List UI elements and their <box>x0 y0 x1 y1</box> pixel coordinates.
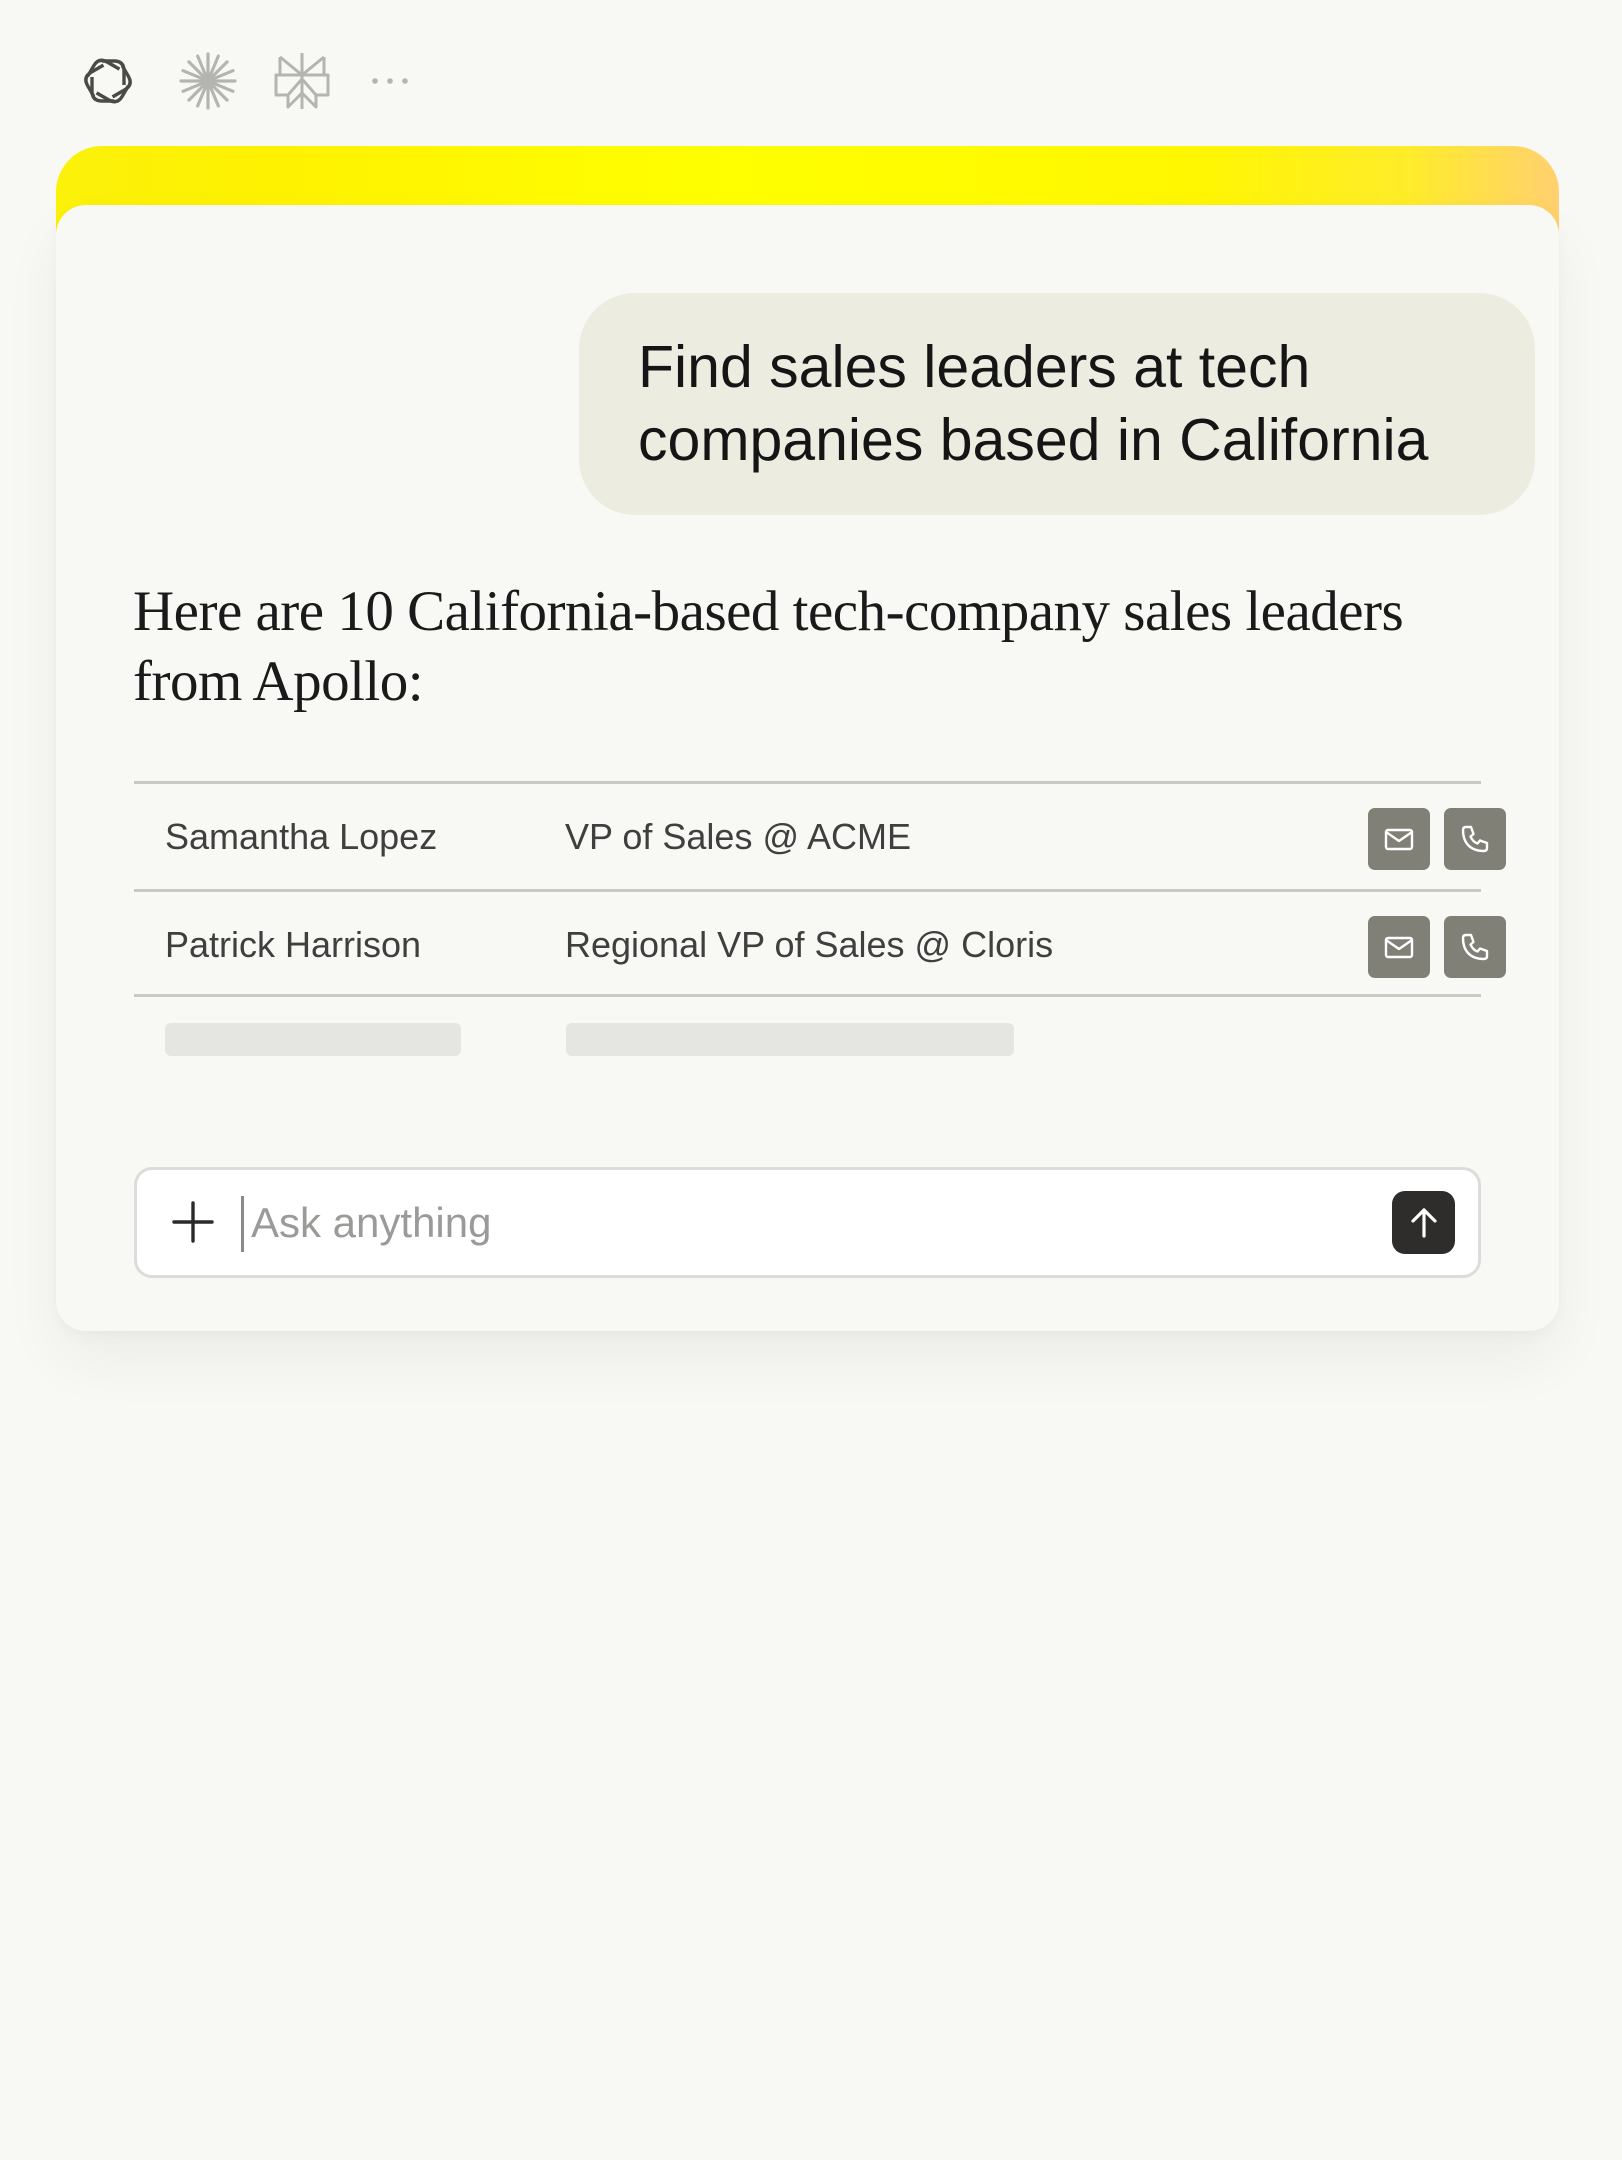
mail-icon <box>1384 828 1414 851</box>
send-button[interactable] <box>1392 1191 1455 1254</box>
ask-input[interactable] <box>251 1188 1251 1258</box>
contact-name: Patrick Harrison <box>165 924 422 965</box>
contact-title: Regional VP of Sales @ Cloris <box>565 924 1054 965</box>
phone-icon <box>1461 825 1489 853</box>
plus-icon <box>172 1201 214 1243</box>
assistant-message-text: Here are 10 California-based tech-compan… <box>133 580 1404 713</box>
loading-placeholder-name <box>165 1023 461 1056</box>
more-dots-icon[interactable] <box>358 48 422 114</box>
email-button[interactable] <box>1368 808 1430 870</box>
user-message-bubble: Find sales leaders at tech companies bas… <box>579 293 1535 515</box>
user-message-text: Find sales leaders at tech companies bas… <box>638 334 1429 473</box>
call-button[interactable] <box>1444 808 1506 870</box>
message-composer <box>134 1167 1481 1278</box>
arrow-up-icon <box>1410 1207 1437 1238</box>
table-row: Samantha Lopez VP of Sales @ ACME <box>134 781 1506 889</box>
loading-placeholder-title <box>566 1023 1014 1056</box>
mail-icon <box>1384 936 1414 959</box>
call-button[interactable] <box>1444 916 1506 978</box>
table-row: Patrick Harrison Regional VP of Sales @ … <box>134 889 1506 997</box>
openai-icon[interactable] <box>76 48 140 114</box>
loading-row <box>134 997 1481 1077</box>
email-button[interactable] <box>1368 916 1430 978</box>
phone-icon <box>1461 933 1489 961</box>
results-table: Samantha Lopez VP of Sales @ ACME Patric… <box>134 781 1506 1077</box>
sparkle-asterisk-icon[interactable] <box>176 48 240 114</box>
contact-title: VP of Sales @ ACME <box>565 816 912 857</box>
text-caret <box>241 1196 244 1252</box>
contact-name: Samantha Lopez <box>165 816 438 857</box>
chat-card: Find sales leaders at tech companies bas… <box>56 205 1559 1331</box>
perplexity-icon[interactable] <box>270 48 334 114</box>
add-attachment-button[interactable] <box>165 1194 221 1250</box>
